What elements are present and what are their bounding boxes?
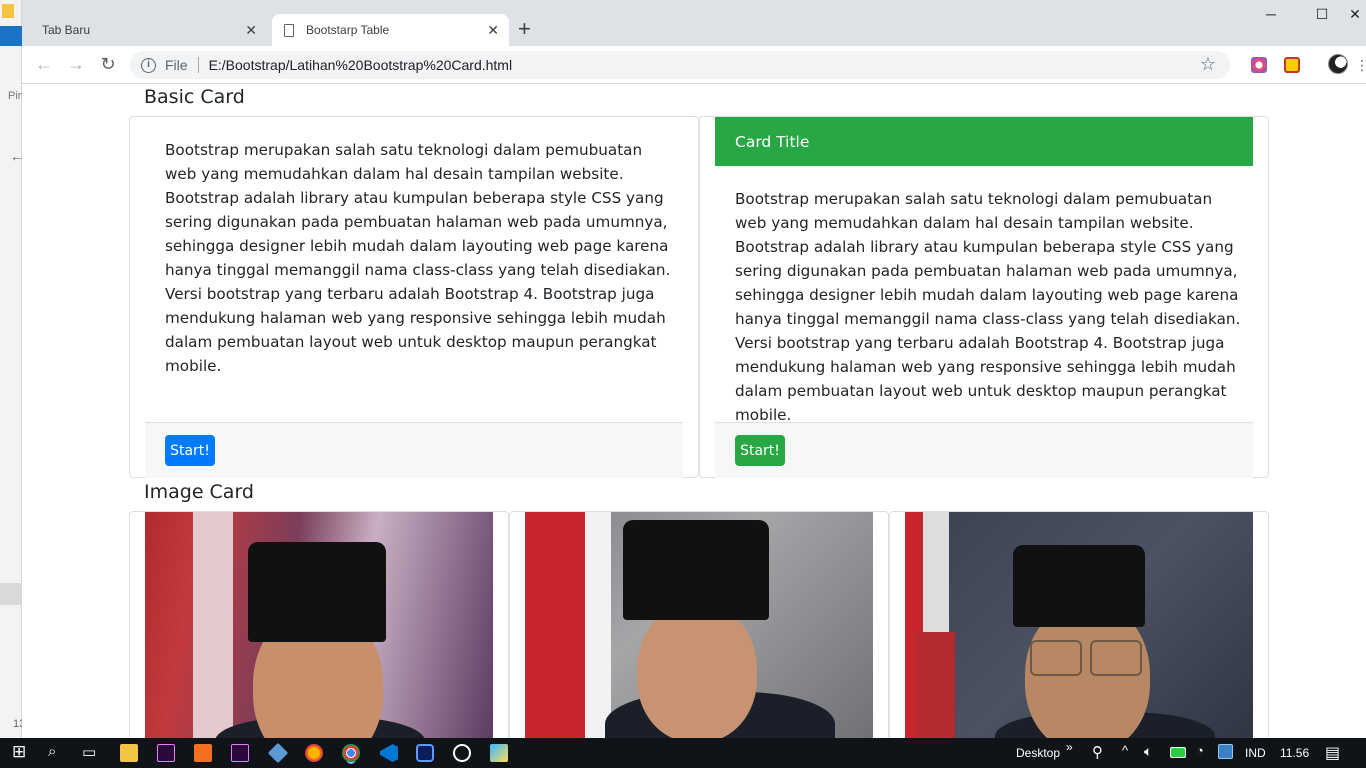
obs-icon[interactable] [453,744,471,762]
notifications-icon[interactable]: ▤ [1325,743,1340,763]
virtualbox-icon[interactable] [267,742,289,764]
background-window-strip: Pin ← 13 [0,0,25,738]
windows-start-icon[interactable]: ⊞ [12,742,26,762]
premiere-pro-icon-2[interactable] [231,744,249,762]
reload-button[interactable]: ↻ [97,54,119,74]
card-title: Card Title [735,132,810,151]
xampp-icon[interactable] [194,744,212,762]
desktop-toolbar-label[interactable]: Desktop [1016,746,1060,760]
card-footer: Start! [145,422,683,478]
portrait-image [525,512,873,738]
tab-tab-baru[interactable]: Tab Baru ✕ [32,14,267,46]
menu-icon[interactable]: ⋮ [1355,57,1366,74]
image-card-heading: Image Card [144,481,254,503]
network-app-icon[interactable] [1218,744,1233,759]
address-bar[interactable]: i File E:/Bootstrap/Latihan%20Bootstrap%… [130,51,1230,79]
image-card [129,511,509,738]
forward-button[interactable]: → [65,54,87,74]
close-tab-icon[interactable]: ✕ [487,22,499,39]
basic-card-heading: Basic Card [144,86,245,108]
language-indicator[interactable]: IND [1245,746,1266,760]
volume-icon[interactable]: 🔈︎ [1144,743,1152,760]
bookmark-star-icon[interactable]: ☆ [1200,54,1216,75]
task-view-icon[interactable]: ▭ [82,743,96,761]
tab-bootstrap-table[interactable]: Bootstarp Table ✕ [272,14,509,46]
premiere-pro-icon[interactable] [157,744,175,762]
chrome-icon[interactable] [342,744,360,762]
photos-icon[interactable] [490,744,508,762]
start-button[interactable]: Start! [165,435,215,466]
tab-strip: Tab Baru ✕ Bootstarp Table ✕ + ─ ☐ ✕ [22,0,1366,46]
card-body-text: Bootstrap merupakan salah satu teknologi… [165,141,671,375]
back-button[interactable]: ← [33,54,55,74]
url-text[interactable]: E:/Bootstrap/Latihan%20Bootstrap%20Card.… [209,57,513,73]
tab-label: Tab Baru [42,23,91,37]
background-window-ribbon [0,26,22,46]
clock[interactable]: 11.56 [1280,746,1309,760]
start-button[interactable]: Start! [735,435,785,466]
browser-toolbar: ← → ↻ i File E:/Bootstrap/Latihan%20Boot… [22,46,1366,84]
taskbar: ⊞ ⌕ ▭ Desktop » ⚲ ^ 🔈︎ ◔ IND 11.56 ▤ [0,738,1366,768]
app-icon[interactable] [416,744,434,762]
page-content: Basic Card Bootstrap merupakan salah sat… [22,84,1366,738]
image-card [889,511,1269,738]
close-tab-icon[interactable]: ✕ [245,22,257,39]
show-hidden-icons-chevron-icon[interactable]: ^ [1122,743,1128,758]
header-card: Card Title Bootstrap merupakan salah sat… [699,116,1269,478]
extension-icon[interactable] [1284,57,1300,73]
extension-instagram-icon[interactable] [1251,57,1267,73]
card-body-text: Bootstrap merupakan salah satu teknologi… [735,190,1241,424]
search-icon[interactable]: ⌕ [48,743,56,760]
url-scheme-label: File [165,57,188,73]
browser-chrome: Tab Baru ✕ Bootstarp Table ✕ + ─ ☐ ✕ ← →… [22,0,1366,84]
battery-icon[interactable] [1170,747,1186,758]
url-separator [197,57,199,73]
portrait-image [905,512,1253,738]
people-icon[interactable]: ⚲ [1092,743,1103,761]
firefox-icon[interactable] [305,744,323,762]
file-explorer-icon[interactable] [120,744,138,762]
vscode-icon[interactable] [380,744,398,762]
toolbar-expand-icon[interactable]: » [1066,740,1073,754]
minimize-button[interactable]: ─ [1251,6,1291,22]
folder-icon [2,4,14,18]
image-card [509,511,889,738]
card-footer: Start! [715,422,1253,478]
document-icon [284,23,294,37]
portrait-image [145,512,493,738]
info-icon[interactable]: i [141,57,156,73]
profile-avatar[interactable] [1328,54,1348,74]
basic-card: Bootstrap merupakan salah satu teknologi… [129,116,699,478]
wifi-icon[interactable]: ◔ [1196,743,1204,758]
new-tab-button[interactable]: + [518,18,531,40]
close-window-button[interactable]: ✕ [1335,6,1366,23]
card-header: Card Title [715,117,1253,166]
background-scroll-area [0,583,22,605]
tab-label: Bootstarp Table [306,23,390,37]
